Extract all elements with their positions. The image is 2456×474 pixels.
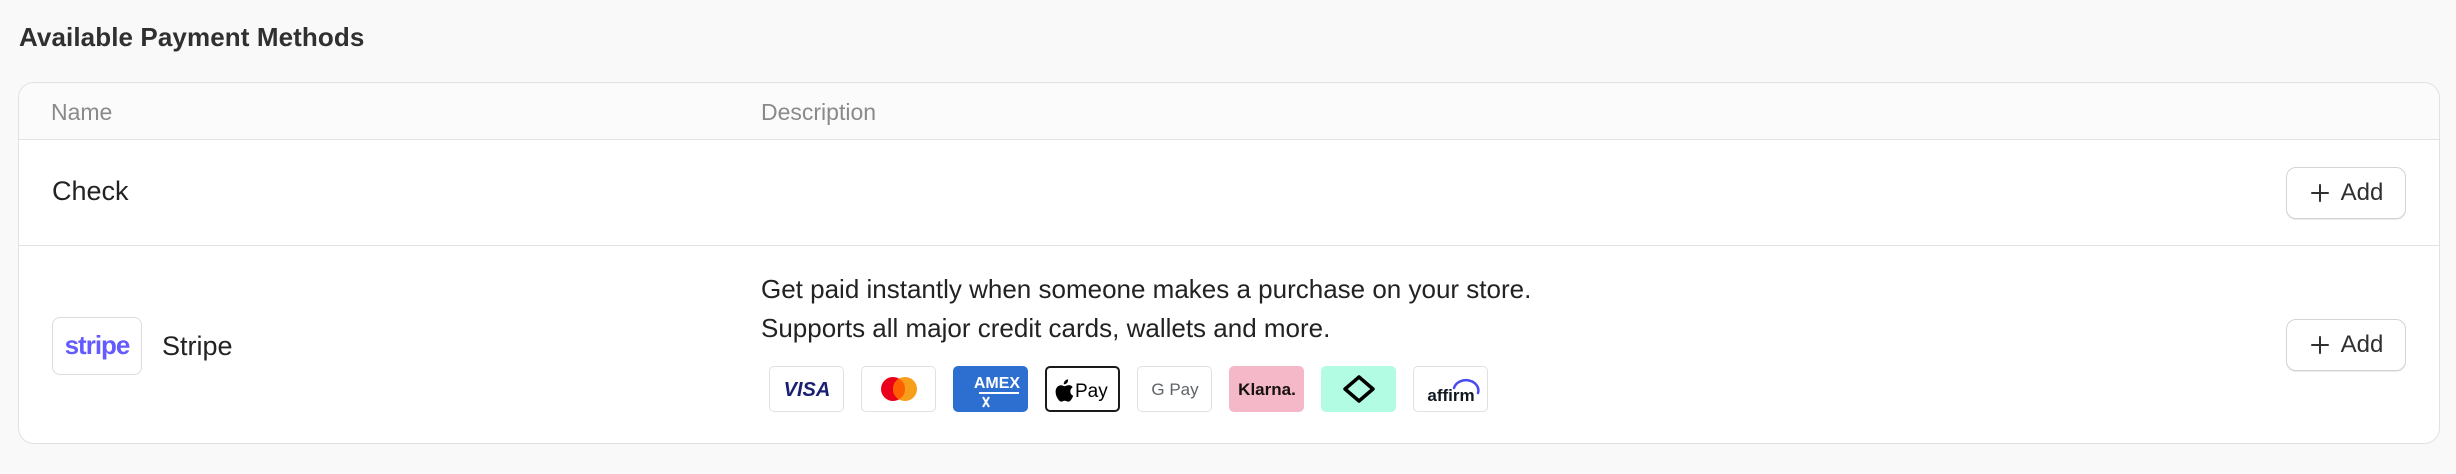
svg-text:Klarna.: Klarna. <box>1238 380 1296 399</box>
table-row-check: Check Add <box>19 140 2439 246</box>
affirm-icon: affirm <box>1413 366 1488 412</box>
payment-methods-table: Name Description Check Add stripe Stripe… <box>18 82 2440 444</box>
table-header: Name Description <box>19 83 2439 140</box>
afterpay-icon <box>1321 366 1396 412</box>
apple-pay-icon: Pay <box>1045 366 1120 412</box>
add-stripe-button[interactable]: Add <box>2286 319 2406 371</box>
payment-method-name: Stripe <box>162 331 233 361</box>
description-line: Get paid instantly when someone makes a … <box>761 274 1532 304</box>
section-title: Available Payment Methods <box>19 22 365 52</box>
svg-text:Pay: Pay <box>1075 381 1108 402</box>
payment-badges: VISA AMEX Pay G Pay Klarna. affirm <box>769 366 1488 412</box>
plus-icon <box>2310 184 2329 202</box>
amex-icon: AMEX <box>953 366 1028 412</box>
svg-text:VISA: VISA <box>783 379 830 401</box>
add-button-label: Add <box>2340 179 2384 206</box>
visa-icon: VISA <box>769 366 844 412</box>
add-check-button[interactable]: Add <box>2286 167 2406 219</box>
payment-method-description: Get paid instantly when someone makes a … <box>761 270 1531 348</box>
google-pay-icon: G Pay <box>1137 366 1212 412</box>
payment-method-name: Check <box>52 176 129 206</box>
stripe-logo: stripe <box>52 317 142 375</box>
stripe-logo-text: stripe <box>65 330 130 360</box>
description-line: Supports all major credit cards, wallets… <box>761 313 1331 343</box>
column-header-description: Description <box>761 99 877 125</box>
column-header-name: Name <box>51 99 113 125</box>
svg-text:affirm: affirm <box>1427 386 1474 405</box>
svg-text:AMEX: AMEX <box>973 375 1020 392</box>
mastercard-icon <box>861 366 936 412</box>
plus-icon <box>2310 336 2329 354</box>
klarna-icon: Klarna. <box>1229 366 1304 412</box>
add-button-label: Add <box>2340 331 2384 358</box>
table-row-stripe: stripe Stripe Get paid instantly when so… <box>19 246 2439 443</box>
svg-text:G Pay: G Pay <box>1151 380 1199 399</box>
